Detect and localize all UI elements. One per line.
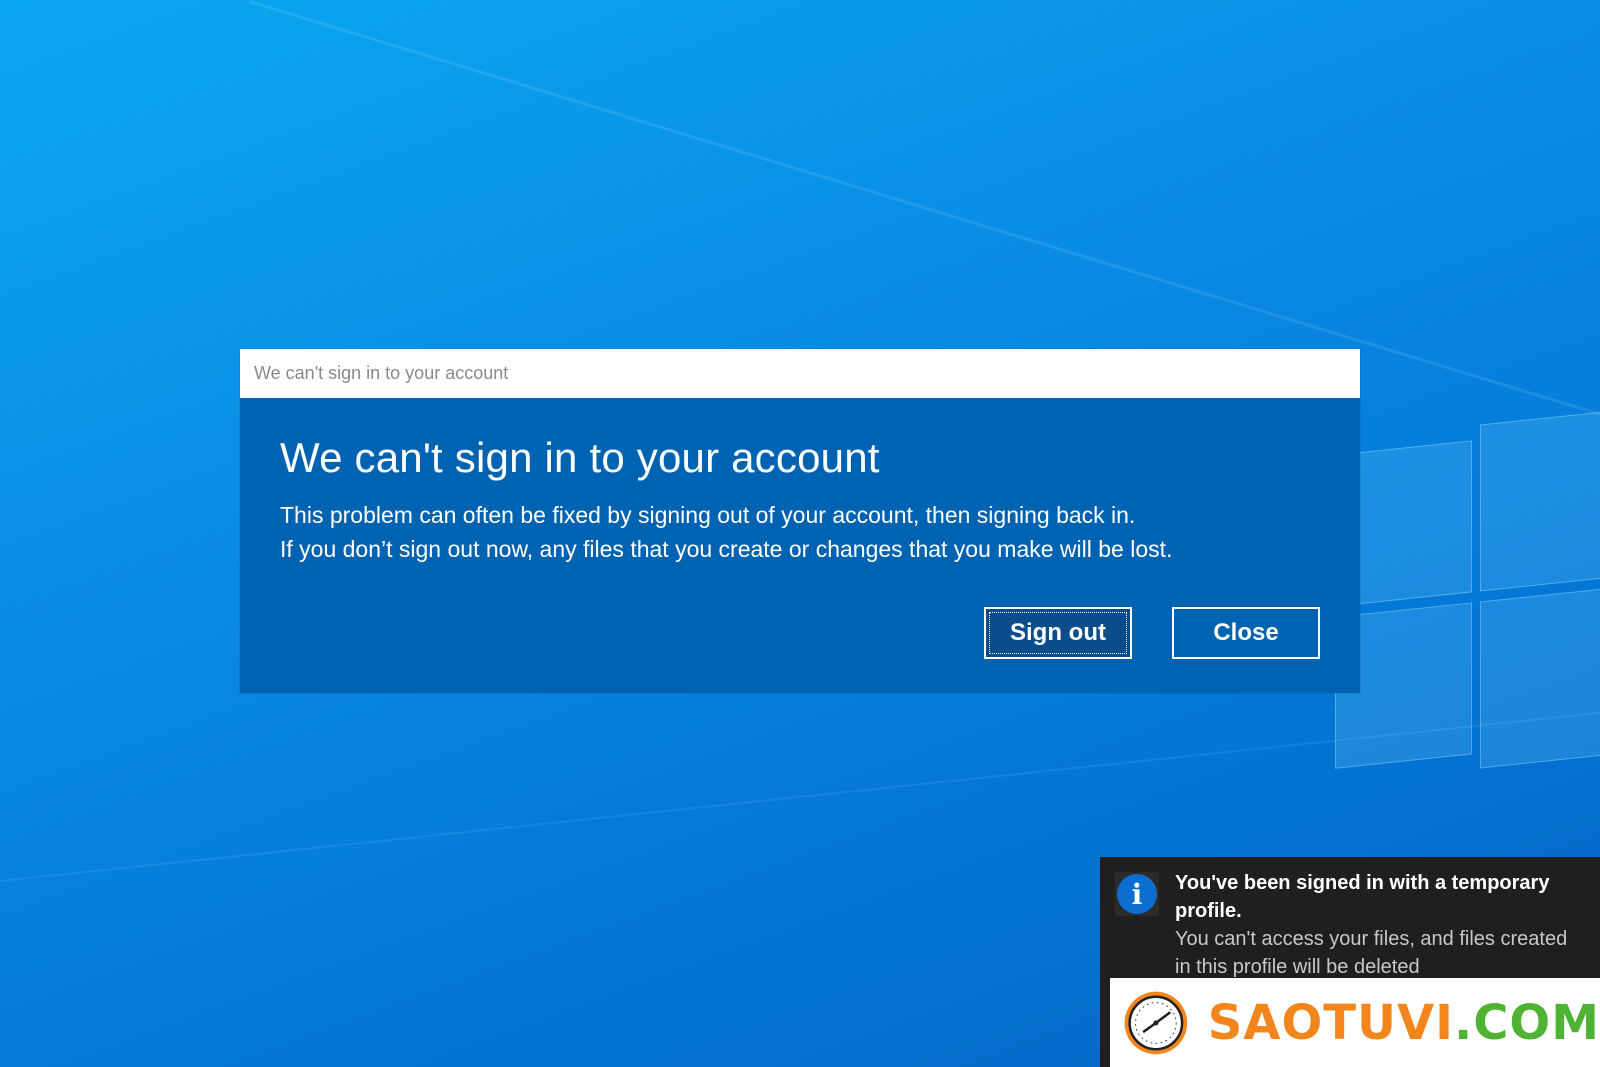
watermark-text: SAOTUVI.COM xyxy=(1208,995,1600,1051)
dialog-message-line2: If you don’t sign out now, any files tha… xyxy=(280,536,1173,562)
dialog-message: This problem can often be fixed by signi… xyxy=(280,498,1320,566)
windows-logo-graphic xyxy=(1325,404,1600,796)
watermark-domain: .COM xyxy=(1453,994,1600,1051)
dialog-heading: We can't sign in to your account xyxy=(280,434,880,481)
site-watermark: SAOTUVI.COM xyxy=(1110,978,1600,1067)
watermark-brand: SAOTUVI xyxy=(1207,994,1454,1051)
sign-in-error-dialog: We can't sign in to your account We can'… xyxy=(240,349,1360,693)
dialog-message-line1: This problem can often be fixed by signi… xyxy=(280,502,1136,528)
notification-body: You can't access your files, and files c… xyxy=(1175,928,1568,978)
dialog-body: We can't sign in to your account This pr… xyxy=(240,398,1360,566)
sign-out-button[interactable]: Sign out xyxy=(984,607,1132,659)
close-button[interactable]: Close xyxy=(1172,607,1320,659)
logo-pane xyxy=(1480,408,1600,592)
info-icon: i xyxy=(1115,872,1159,916)
dialog-button-row: Sign out Close xyxy=(984,607,1320,659)
dialog-window-title: We can't sign in to your account xyxy=(254,363,509,383)
notification-title: You've been signed in with a temporary p… xyxy=(1175,872,1550,922)
clock-icon xyxy=(1124,991,1188,1054)
info-icon-glyph: i xyxy=(1117,874,1157,914)
logo-pane xyxy=(1480,585,1600,769)
dialog-titlebar[interactable]: We can't sign in to your account xyxy=(240,349,1360,398)
